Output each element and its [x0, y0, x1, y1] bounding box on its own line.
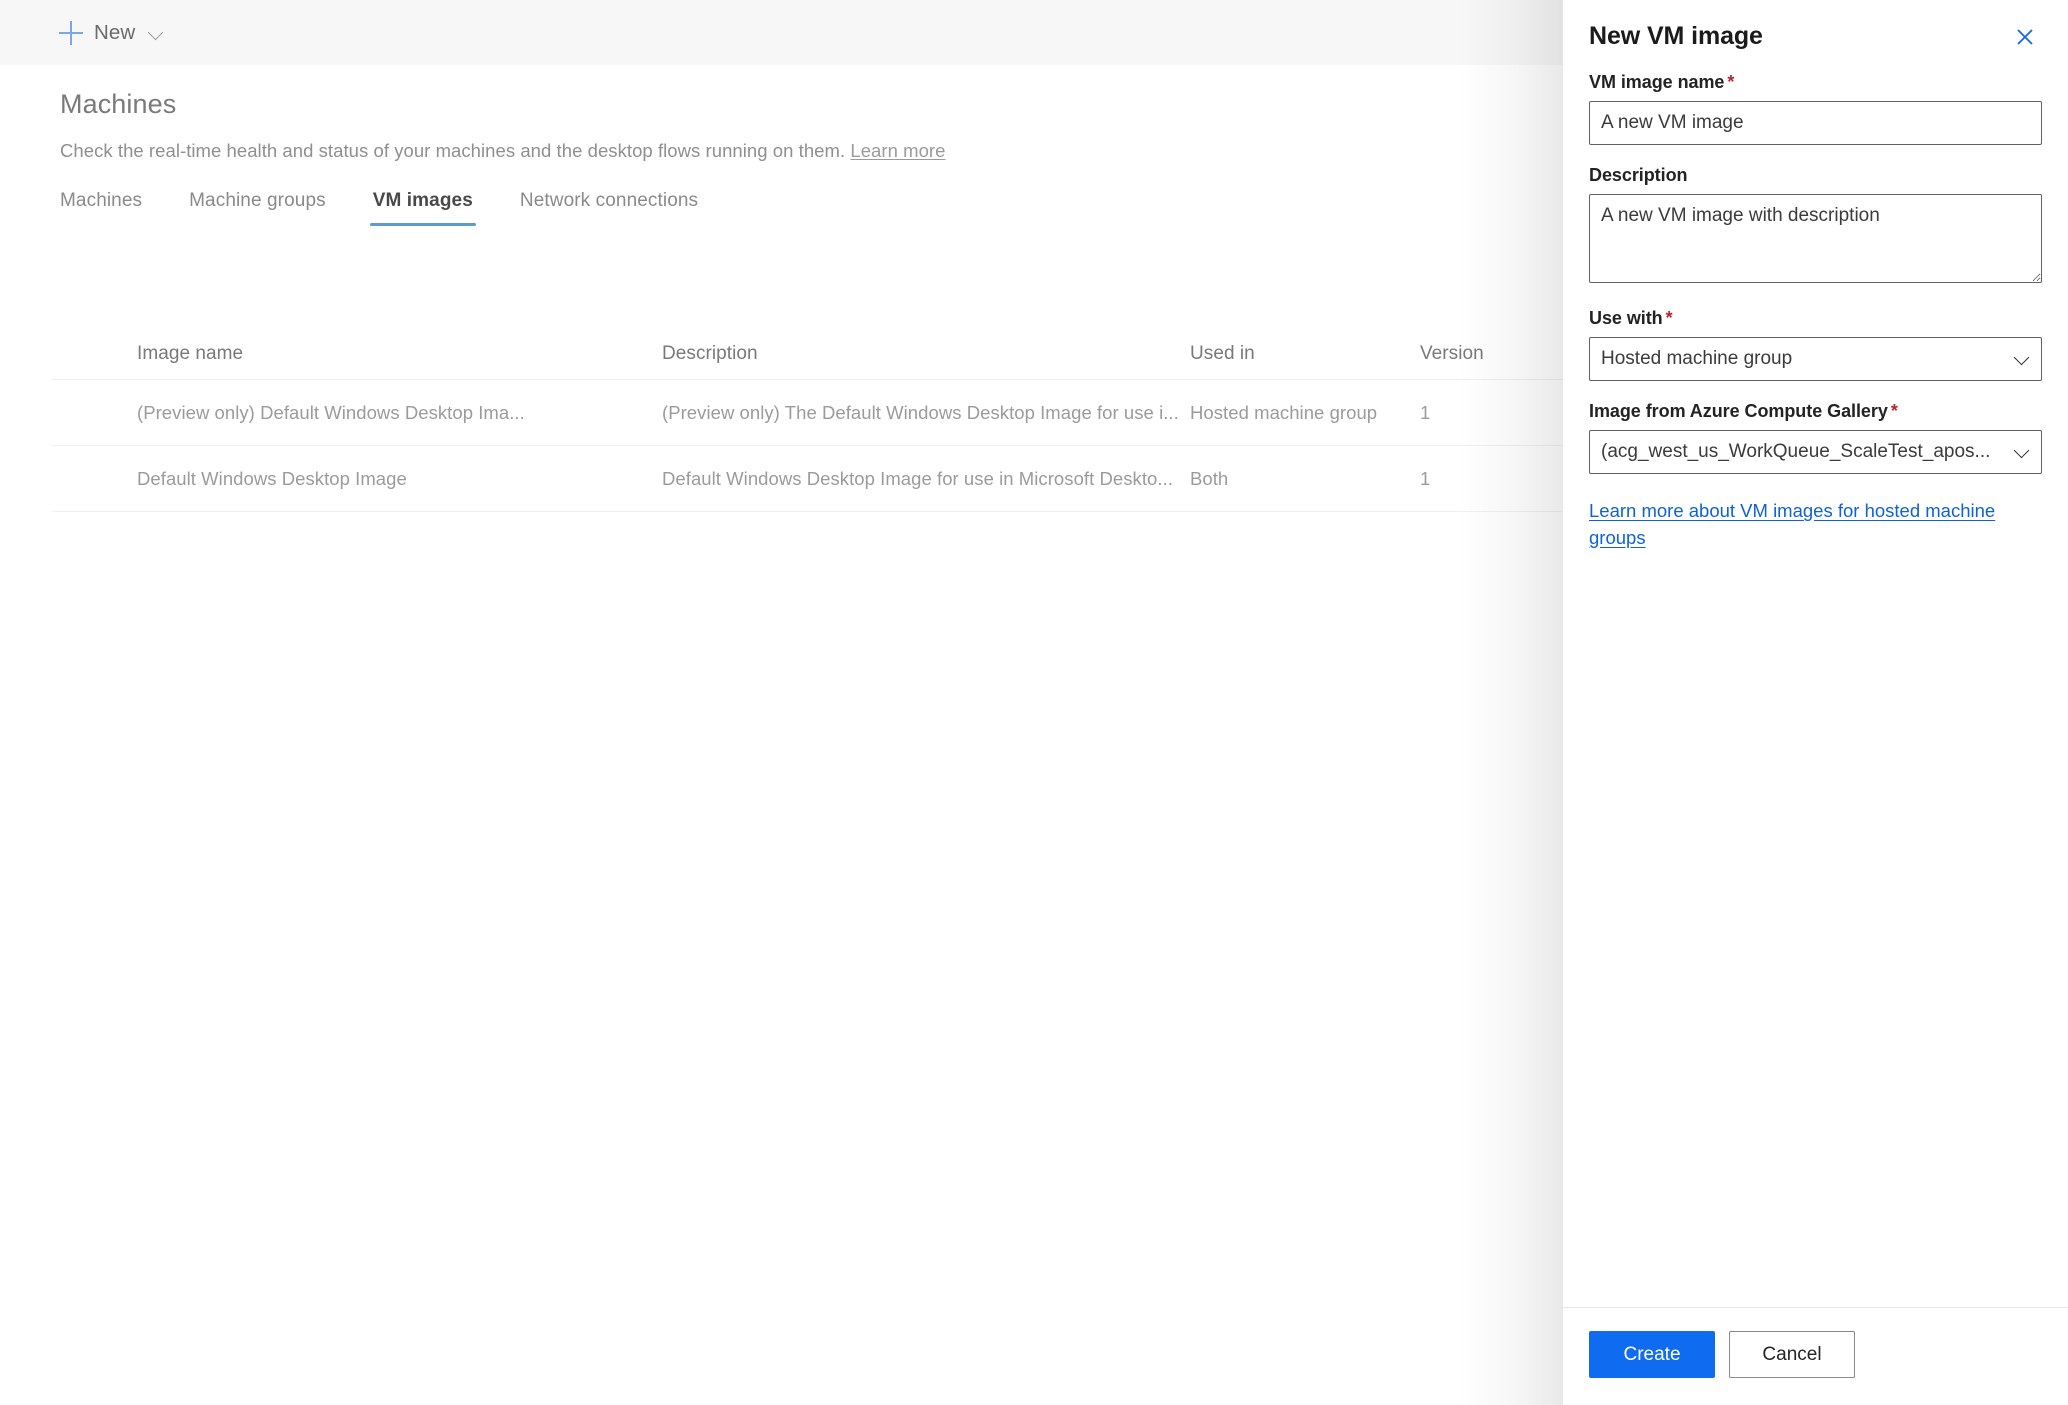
learn-more-link[interactable]: Learn more	[850, 140, 945, 161]
vm-image-name-input[interactable]	[1589, 101, 2042, 145]
required-asterisk: *	[1727, 72, 1735, 92]
cancel-button[interactable]: Cancel	[1729, 1331, 1855, 1378]
plus-icon	[58, 20, 84, 46]
app-root: New Machines Check the real-time health …	[0, 0, 2068, 1405]
cell-used-in: Hosted machine group	[1190, 401, 1378, 423]
panel-footer: Create Cancel	[1563, 1307, 2068, 1405]
close-icon[interactable]	[2008, 20, 2042, 54]
required-asterisk: *	[1890, 401, 1898, 421]
command-bar: New	[0, 0, 1562, 65]
tab-vm-images[interactable]: VM images	[369, 190, 477, 226]
tab-machine-groups[interactable]: Machine groups	[189, 190, 326, 226]
new-vm-image-panel: New VM image VM image name* Description	[1562, 0, 2068, 1405]
cell-version: 1	[1420, 401, 1431, 423]
tab-network-connections[interactable]: Network connections	[520, 190, 698, 226]
table-row[interactable]: Default Windows Desktop Image Default Wi…	[52, 446, 1562, 512]
gallery-image-dropdown[interactable]: (acg_west_us_WorkQueue_ScaleTest_apos...	[1589, 430, 2042, 474]
tab-list: Machines Machine groups VM images Networ…	[60, 190, 698, 226]
chevron-down-icon	[2015, 444, 2028, 457]
tab-machines[interactable]: Machines	[60, 190, 142, 226]
gallery-image-selected-value: (acg_west_us_WorkQueue_ScaleTest_apos...	[1601, 441, 1991, 462]
vm-image-name-label-text: VM image name	[1589, 72, 1725, 92]
description-label: Description	[1589, 165, 2042, 186]
cell-image-name: Default Windows Desktop Image	[137, 467, 407, 489]
description-label-text: Description	[1589, 165, 1688, 185]
panel-header: New VM image	[1563, 0, 2068, 72]
gallery-image-label: Image from Azure Compute Gallery *	[1589, 401, 2042, 422]
table-header-row: Image name Description Used in Version	[52, 320, 1562, 380]
vm-image-name-label: VM image name *	[1589, 72, 2042, 93]
vm-images-table: Image name Description Used in Version (…	[52, 320, 1562, 512]
chevron-down-icon[interactable]	[149, 26, 163, 40]
create-button[interactable]: Create	[1589, 1331, 1715, 1378]
column-header-description[interactable]: Description	[662, 343, 1190, 365]
column-header-used-in[interactable]: Used in	[1190, 343, 1420, 365]
gallery-image-label-text: Image from Azure Compute Gallery	[1589, 401, 1888, 421]
cell-image-name: (Preview only) Default Windows Desktop I…	[137, 401, 525, 423]
use-with-label: Use with *	[1589, 308, 2042, 329]
field-description: Description	[1589, 165, 2042, 288]
page-subtitle-text: Check the real-time health and status of…	[60, 140, 846, 161]
chevron-down-icon	[2015, 351, 2028, 364]
description-textarea[interactable]	[1589, 194, 2042, 283]
page-content: Machines Check the real-time health and …	[0, 65, 1562, 1405]
field-gallery-image: Image from Azure Compute Gallery * (acg_w…	[1589, 401, 2042, 474]
field-vm-image-name: VM image name *	[1589, 72, 2042, 145]
cell-description: (Preview only) The Default Windows Deskt…	[662, 401, 1179, 423]
cell-version: 1	[1420, 467, 1431, 489]
field-use-with: Use with * Hosted machine group	[1589, 308, 2042, 381]
cell-used-in: Both	[1190, 467, 1229, 489]
use-with-selected-value: Hosted machine group	[1601, 348, 1793, 369]
panel-title: New VM image	[1589, 22, 1763, 50]
required-asterisk: *	[1665, 308, 1673, 328]
column-header-version[interactable]: Version	[1420, 343, 1570, 365]
table-row[interactable]: (Preview only) Default Windows Desktop I…	[52, 380, 1562, 446]
use-with-label-text: Use with	[1589, 308, 1663, 328]
use-with-dropdown[interactable]: Hosted machine group	[1589, 337, 2042, 381]
page-subtitle: Check the real-time health and status of…	[60, 140, 945, 162]
vm-images-docs-link[interactable]: Learn more about VM images for hosted ma…	[1589, 500, 1995, 548]
column-header-image-name[interactable]: Image name	[137, 343, 662, 365]
panel-link-container: Learn more about VM images for hosted ma…	[1589, 498, 2042, 552]
new-button-label: New	[94, 20, 136, 44]
new-button[interactable]: New	[52, 11, 169, 55]
page-title: Machines	[60, 89, 177, 119]
cell-description: Default Windows Desktop Image for use in…	[662, 467, 1173, 489]
panel-body: VM image name* Description Use with* Hos…	[1563, 72, 2068, 1307]
